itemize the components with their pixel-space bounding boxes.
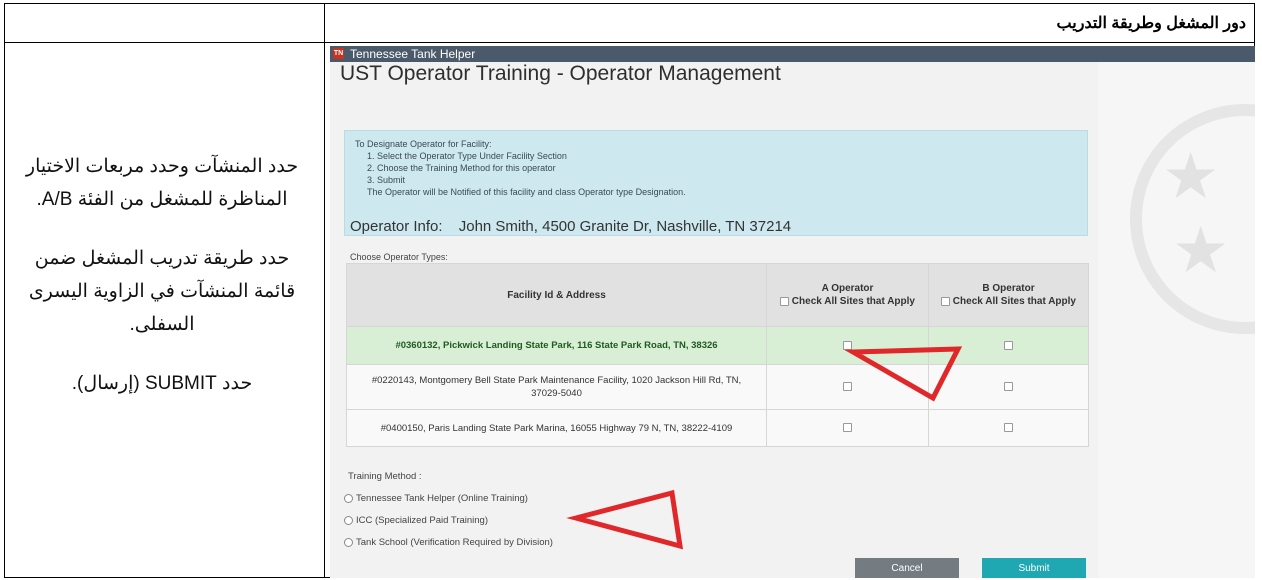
instruction-step-1: حدد المنشآت وحدد مربعات الاختيار المناظر… bbox=[25, 156, 299, 210]
section-title: دور المشغل وطريقة التدريب bbox=[1056, 15, 1246, 32]
arrow-pointer-icon bbox=[844, 346, 963, 402]
header-title-cell: دور المشغل وطريقة التدريب bbox=[324, 3, 1255, 43]
instruction-step-2: حدد طريقة تدريب المشغل ضمن قائمة المنشآت… bbox=[28, 248, 296, 335]
annotation-arrows bbox=[566, 346, 963, 550]
header-empty-cell bbox=[4, 3, 325, 43]
instruction-step-3: حدد SUBMIT (إرسال). bbox=[71, 373, 253, 394]
arrow-pointer-icon bbox=[566, 489, 684, 550]
app-screenshot: ★ ★ TN Tennessee Tank Helper UST Operator… bbox=[330, 46, 1255, 578]
instructions-text: حدد المنشآت وحدد مربعات الاختيار المناظر… bbox=[12, 150, 312, 426]
